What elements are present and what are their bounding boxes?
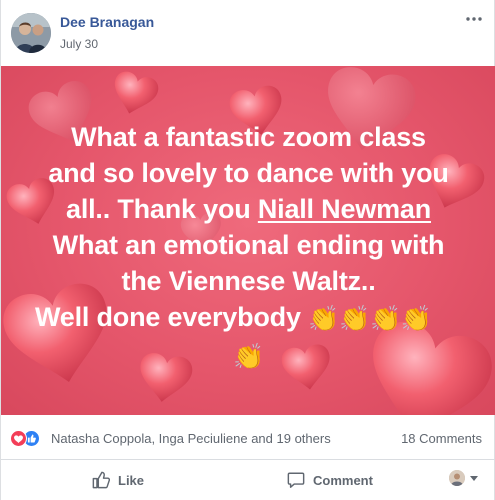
more-options-icon[interactable] bbox=[462, 9, 486, 29]
clapping-hands-icon: 👏 bbox=[369, 304, 401, 333]
reactors-link[interactable]: Natasha Coppola, Inga Peciuliene and 19 … bbox=[51, 431, 331, 446]
caret-down-icon bbox=[470, 475, 478, 481]
author-avatar[interactable] bbox=[11, 13, 51, 53]
clapping-hands-icon: 👏 bbox=[339, 304, 370, 333]
thumbs-up-icon bbox=[92, 471, 110, 489]
post-as-selector[interactable] bbox=[449, 470, 478, 486]
mention-link[interactable]: Niall Newman bbox=[258, 194, 431, 224]
message-line: and so lovely to dance with you bbox=[48, 158, 449, 188]
message-line: What an emotional ending with bbox=[52, 230, 445, 260]
message-line: all.. Thank you Niall Newman bbox=[15, 191, 482, 227]
message-text: Well done everybody bbox=[35, 302, 309, 332]
message-text: all.. Thank you bbox=[66, 194, 258, 224]
author-name[interactable]: Dee Branagan bbox=[60, 14, 154, 30]
message-line: 👏 bbox=[15, 337, 482, 375]
message-line: the Viennese Waltz.. bbox=[121, 266, 376, 296]
post-card: Dee Branagan July 30 What a fantastic zo… bbox=[0, 0, 495, 500]
post-actions: Like Comment bbox=[1, 460, 495, 500]
engagement-bar: Natasha Coppola, Inga Peciuliene and 19 … bbox=[1, 415, 495, 460]
message-line: What a fantastic zoom class bbox=[71, 122, 426, 152]
clapping-hands-icon: 👏 bbox=[400, 304, 432, 333]
love-icon bbox=[10, 430, 27, 447]
message-line: Well done everybody 👏👏👏👏 bbox=[15, 299, 482, 337]
post-date[interactable]: July 30 bbox=[60, 37, 98, 51]
post-message: What a fantastic zoom class and so lovel… bbox=[15, 119, 482, 375]
comment-bubble-icon bbox=[287, 472, 305, 488]
comment-label: Comment bbox=[313, 472, 373, 488]
comments-count-link[interactable]: 18 Comments bbox=[401, 431, 482, 446]
reaction-icons[interactable] bbox=[10, 430, 40, 447]
comment-button[interactable]: Comment bbox=[287, 468, 373, 492]
like-button[interactable]: Like bbox=[92, 468, 144, 492]
post-header: Dee Branagan July 30 bbox=[1, 0, 495, 66]
clapping-hands-icon: 👏 bbox=[233, 342, 264, 371]
like-label: Like bbox=[118, 472, 145, 488]
clapping-hands-icon: 👏 bbox=[308, 304, 340, 333]
post-background-card: What a fantastic zoom class and so lovel… bbox=[1, 66, 495, 415]
viewer-avatar bbox=[449, 470, 465, 486]
